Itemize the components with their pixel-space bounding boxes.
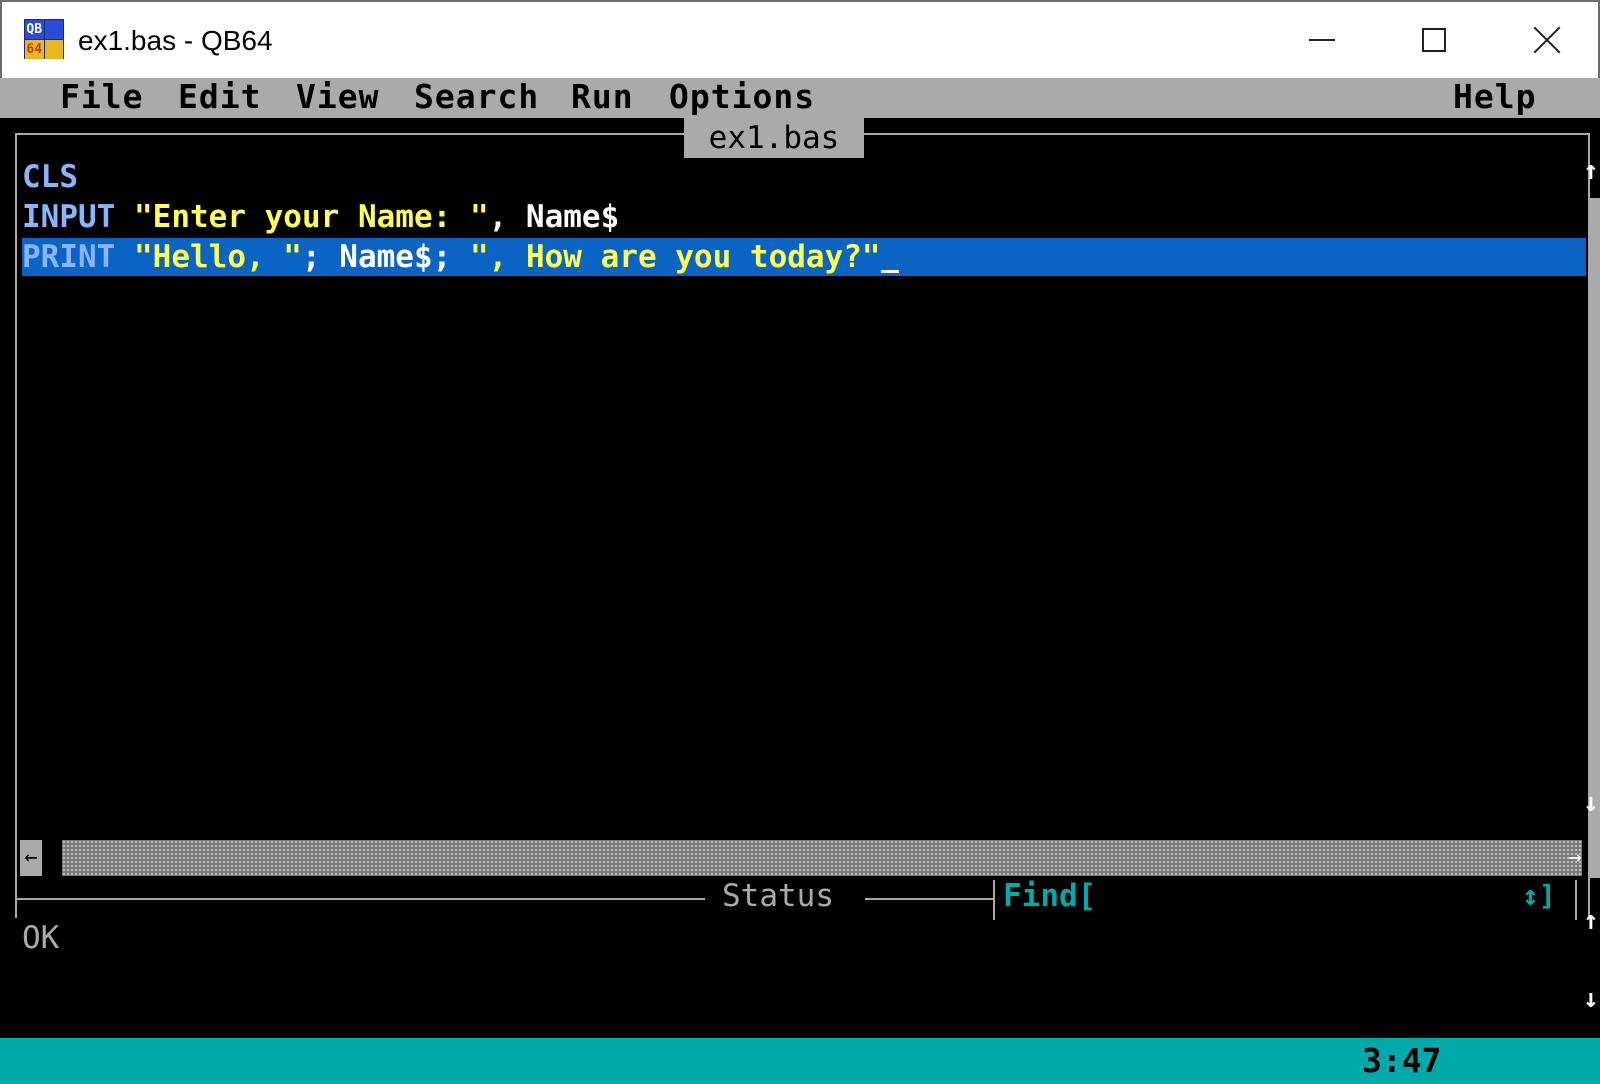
keyword: PRINT xyxy=(22,239,116,275)
horizontal-scrollbar[interactable] xyxy=(62,840,1582,876)
code-editor[interactable]: ex1.bas CLS INPUT "Enter your Name: ", N… xyxy=(0,118,1600,1038)
file-tab[interactable]: ex1.bas xyxy=(684,118,864,158)
close-icon xyxy=(1533,26,1561,54)
menu-help[interactable]: Help xyxy=(1453,78,1536,118)
find-history-icon[interactable]: ↕] xyxy=(1522,876,1556,916)
status-title: Status xyxy=(722,878,834,914)
keyword: CLS xyxy=(22,159,78,195)
code-text: ; Name$; xyxy=(301,239,470,275)
app-icon-4 xyxy=(44,40,63,59)
menu-edit[interactable]: Edit xyxy=(178,78,261,118)
app-icon-6: 64 xyxy=(25,40,44,59)
maximize-icon xyxy=(1422,28,1446,52)
keyword: INPUT xyxy=(22,199,116,235)
qb64-window: QB 64 ex1.bas - QB64 File Edit View Sear… xyxy=(0,0,1600,1084)
code-line-3[interactable]: PRINT "Hello, "; Name$; ", How are you t… xyxy=(22,238,899,276)
bottom-status-bar: 3:47 xyxy=(0,1038,1600,1084)
find-field[interactable]: Find[ xyxy=(1003,876,1096,916)
menu-run[interactable]: Run xyxy=(571,78,634,118)
string-literal: "Enter your Name: " xyxy=(134,199,489,235)
menu-file[interactable]: File xyxy=(60,78,143,118)
window-title: ex1.bas - QB64 xyxy=(78,25,273,56)
scroll-right-icon[interactable]: → xyxy=(1566,840,1584,876)
code-text: , Name$ xyxy=(488,199,620,235)
find-separator xyxy=(993,880,995,920)
minimize-button[interactable] xyxy=(1267,2,1377,78)
scroll-down-icon[interactable]: ↓ xyxy=(1583,790,1599,816)
menu-bar: File Edit View Search Run Options Help xyxy=(0,78,1600,118)
code-line-1[interactable]: CLS xyxy=(22,158,78,196)
find-separator-end xyxy=(1575,880,1577,920)
app-icon-b xyxy=(44,20,63,39)
qb64-app-icon[interactable]: QB 64 xyxy=(24,19,64,59)
maximize-button[interactable] xyxy=(1379,2,1489,78)
status-scroll-up-icon[interactable]: ↑ xyxy=(1583,908,1599,934)
string-literal: ", How are you today?" xyxy=(469,239,881,275)
cursor-position: 3:47 xyxy=(1362,1041,1442,1080)
app-icon-q: QB xyxy=(25,20,44,39)
menu-search[interactable]: Search xyxy=(414,78,539,118)
vertical-scrollbar[interactable] xyxy=(1588,198,1600,878)
status-divider-right xyxy=(865,898,993,900)
editor-frame-left xyxy=(15,133,17,918)
minimize-icon xyxy=(1309,39,1335,41)
status-scroll-down-icon[interactable]: ↓ xyxy=(1583,986,1599,1012)
text-cursor xyxy=(880,270,899,273)
scroll-left-icon[interactable]: ← xyxy=(20,840,42,876)
menu-options[interactable]: Options xyxy=(669,78,815,118)
title-bar[interactable]: QB 64 ex1.bas - QB64 xyxy=(0,0,1600,78)
scroll-up-icon[interactable]: ↑ xyxy=(1583,158,1599,184)
status-message: OK xyxy=(22,920,60,956)
string-literal: "Hello, " xyxy=(134,239,302,275)
close-button[interactable] xyxy=(1492,2,1600,78)
status-divider-left xyxy=(15,898,705,900)
code-line-2[interactable]: INPUT "Enter your Name: ", Name$ xyxy=(22,198,619,236)
menu-view[interactable]: View xyxy=(296,78,379,118)
